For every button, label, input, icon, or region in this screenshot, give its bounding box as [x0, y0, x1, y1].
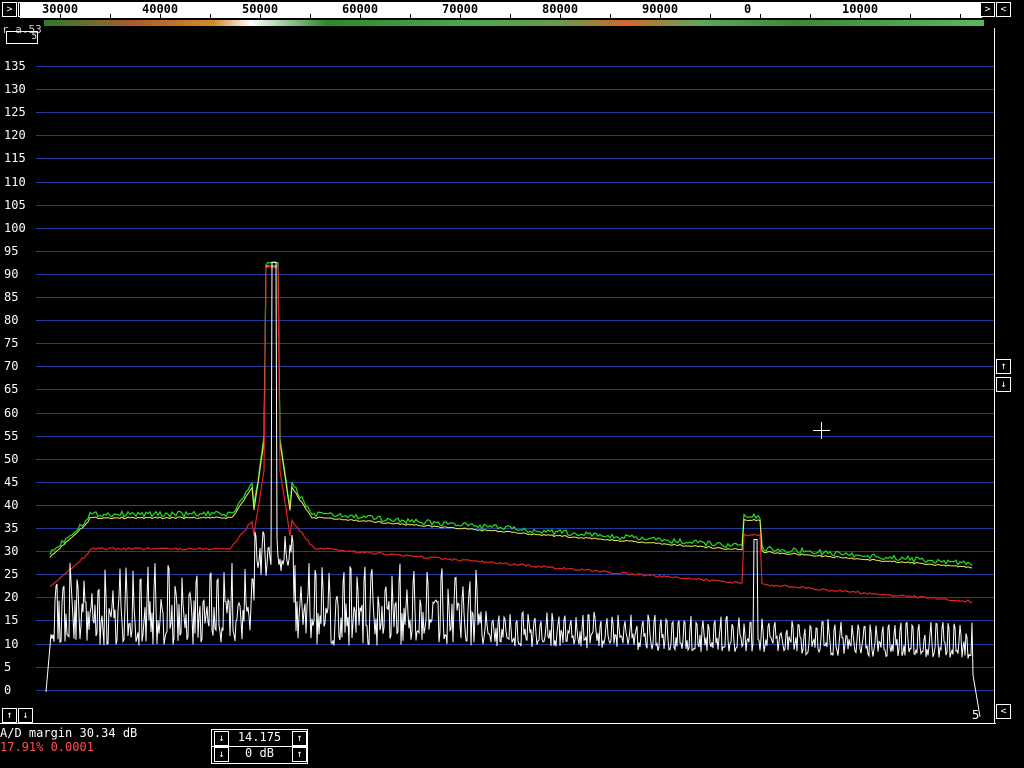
- bottom-right-button[interactable]: <: [996, 704, 1011, 719]
- readout-panel: ↓ 14.175 ↑ ↓ 0 dB ↑: [211, 729, 308, 764]
- bottom-right-value: 5: [972, 708, 980, 722]
- frequency-readout-row[interactable]: ↓ 14.175 ↑: [212, 730, 307, 747]
- spectrum-plot[interactable]: [0, 0, 1024, 768]
- bottom-left-up-button[interactable]: ↑: [2, 708, 17, 723]
- ad-margin-text: A/D margin 30.34 dB: [0, 726, 138, 740]
- bottom-left-down-button[interactable]: ↓: [18, 708, 33, 723]
- freq-up-button[interactable]: ↑: [292, 731, 307, 746]
- gain-up-button[interactable]: ↑: [292, 747, 307, 762]
- scale-up-button[interactable]: ↑: [996, 359, 1011, 374]
- red-trace: [49, 264, 973, 604]
- percent-text: 17.91% 0.0001: [0, 740, 94, 754]
- crosshair-cursor-v: [821, 422, 822, 439]
- frequency-readout: 14.175: [237, 730, 282, 744]
- gain-readout-row[interactable]: ↓ 0 dB ↑: [212, 746, 307, 762]
- yellow-trace: [49, 265, 973, 569]
- gain-readout: 0 dB: [245, 746, 274, 760]
- freq-down-button[interactable]: ↓: [214, 731, 229, 746]
- white-trace: [45, 261, 981, 717]
- gain-down-button[interactable]: ↓: [214, 747, 229, 762]
- green-trace: [49, 261, 973, 567]
- scale-down-button[interactable]: ↓: [996, 377, 1011, 392]
